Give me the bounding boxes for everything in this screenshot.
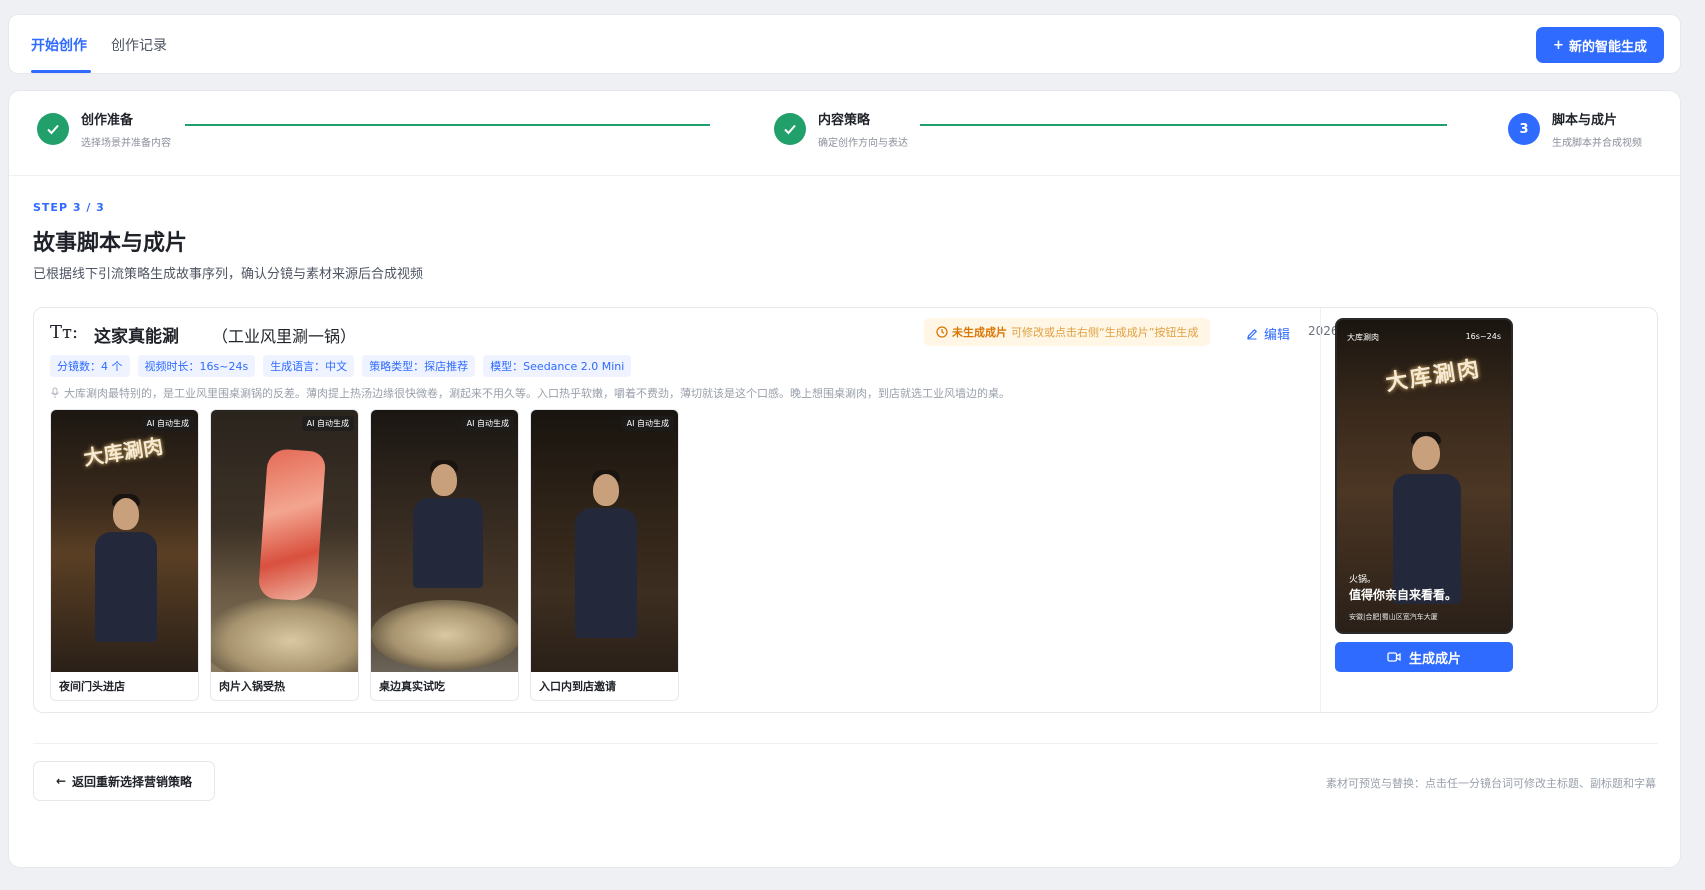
pencil-icon bbox=[1247, 328, 1258, 339]
tag-strategy: 策略类型：探店推荐 bbox=[362, 355, 476, 377]
step-3: 3 脚本与成片 生成脚本并合成视频 bbox=[1508, 109, 1642, 149]
main-panel: 创作准备 选择场景并准备内容 内容策略 确定创作方向与表达 3 脚本与成片 生成… bbox=[8, 90, 1681, 868]
step-1: 创作准备 选择场景并准备内容 bbox=[37, 109, 171, 149]
step-subtitle: 生成脚本并合成视频 bbox=[1552, 138, 1642, 149]
new-generation-button[interactable]: + 新的智能生成 bbox=[1536, 27, 1664, 63]
video-preview-panel: 大库涮肉 16s~24s 大库涮肉 火锅。 值得你亲自来看看。 安徽|合肥|蜀山… bbox=[1320, 308, 1659, 712]
shot-thumbnail: AI 自动生成 bbox=[211, 410, 358, 672]
step-subtitle: 确定创作方向与表达 bbox=[818, 138, 908, 149]
shot-thumbnail: AI 自动生成 bbox=[531, 410, 678, 672]
shot-label: 桌边真实试吃 bbox=[379, 680, 445, 693]
tag-language: 生成语言：中文 bbox=[263, 355, 355, 377]
shot-label: 肉片入锅受热 bbox=[219, 680, 285, 693]
shot-thumbnail: AI 自动生成 bbox=[371, 410, 518, 672]
page-description: 已根据线下引流策略生成故事序列，确认分镜与素材来源后合成视频 bbox=[33, 267, 424, 282]
step-title: 脚本与成片 bbox=[1552, 113, 1618, 128]
hotpot-graphic bbox=[371, 600, 518, 670]
video-preview[interactable]: 大库涮肉 16s~24s 大库涮肉 火锅。 值得你亲自来看看。 安徽|合肥|蜀山… bbox=[1335, 318, 1513, 634]
microphone-icon bbox=[51, 387, 59, 398]
arrow-left-icon: ← bbox=[55, 774, 67, 788]
meta-tags: 分镜数：4 个 视频时长：16s~24s 生成语言：中文 策略类型：探店推荐 模… bbox=[50, 355, 632, 377]
ai-badge: AI 自动生成 bbox=[141, 416, 194, 431]
step-title: 内容策略 bbox=[818, 113, 871, 128]
tag-model: 模型：Seedance 2.0 Mini bbox=[483, 355, 632, 377]
preview-location: 安徽|合肥|蜀山区宽汽车大厦 bbox=[1349, 613, 1438, 621]
tab-create-history[interactable]: 创作记录 bbox=[111, 35, 167, 55]
tag-duration: 视频时长：16s~24s bbox=[137, 355, 256, 377]
shot-label: 入口内到店邀请 bbox=[539, 680, 616, 693]
page-title: 故事脚本与成片 bbox=[33, 231, 188, 256]
shot-list: AI 自动生成 大库涮肉 夜间门头进店 AI 自动生成 肉片入锅受热 AI 自动… bbox=[50, 409, 679, 701]
shot-card[interactable]: AI 自动生成 桌边真实试吃 bbox=[370, 409, 519, 701]
tab-start-create[interactable]: 开始创作 bbox=[31, 35, 87, 55]
check-icon bbox=[774, 113, 806, 145]
back-button[interactable]: ← 返回重新选择营销策略 bbox=[33, 761, 215, 801]
preview-subtitle-main: 值得你亲自来看看。 bbox=[1349, 588, 1458, 602]
step-indicator: STEP 3 / 3 bbox=[33, 201, 105, 214]
hotpot-graphic bbox=[211, 596, 358, 672]
step-subtitle: 选择场景并准备内容 bbox=[81, 138, 171, 149]
shot-label: 夜间门头进店 bbox=[59, 680, 125, 693]
card-subtitle[interactable]: （工业风里涮一锅） bbox=[212, 323, 356, 347]
step-2: 内容策略 确定创作方向与表达 bbox=[774, 109, 908, 149]
clock-icon bbox=[936, 326, 948, 338]
narration-line[interactable]: 大库涮肉最特别的，是工业风里围桌涮锅的反差。薄肉提上热汤边缘很快微卷，涮起来不用… bbox=[50, 385, 1310, 401]
stepper: 创作准备 选择场景并准备内容 内容策略 确定创作方向与表达 3 脚本与成片 生成… bbox=[9, 91, 1680, 176]
shot-card[interactable]: AI 自动生成 大库涮肉 夜间门头进店 bbox=[50, 409, 199, 701]
step-connector bbox=[920, 124, 1447, 126]
footer-tip: 素材可预览与替换：点击任一分镜台词可修改主标题、副标题和字幕 bbox=[1326, 777, 1656, 790]
generate-video-button[interactable]: 生成成片 bbox=[1335, 642, 1513, 672]
top-nav-bar: 开始创作 创作记录 + 新的智能生成 bbox=[8, 14, 1681, 74]
active-tab-indicator bbox=[31, 70, 91, 73]
video-camera-icon bbox=[1387, 652, 1401, 662]
step-connector bbox=[185, 124, 710, 126]
shop-sign-graphic: 大库涮肉 bbox=[1383, 355, 1483, 397]
tag-shot-count: 分镜数：4 个 bbox=[50, 355, 130, 377]
ai-badge: AI 自动生成 bbox=[461, 416, 514, 431]
preview-subtitle-small: 火锅。 bbox=[1349, 575, 1377, 585]
step-title: 创作准备 bbox=[81, 113, 134, 128]
ai-badge: AI 自动生成 bbox=[301, 416, 354, 431]
check-icon bbox=[37, 113, 69, 145]
edit-button[interactable]: 编辑 bbox=[1246, 324, 1290, 343]
ai-badge: AI 自动生成 bbox=[621, 416, 674, 431]
shop-sign-graphic: 大库涮肉 bbox=[81, 433, 165, 471]
shot-card[interactable]: AI 自动生成 肉片入锅受热 bbox=[210, 409, 359, 701]
card-title[interactable]: 这家真能涮 bbox=[94, 322, 179, 347]
status-badge: 未生成成片 可修改或点击右侧“生成成片”按钮生成 bbox=[924, 318, 1211, 346]
shot-card[interactable]: AI 自动生成 入口内到店邀请 bbox=[530, 409, 679, 701]
divider bbox=[33, 743, 1658, 744]
script-card: Tт: 这家真能涮 （工业风里涮一锅） 未生成成片 可修改或点击右侧“生成成片”… bbox=[33, 307, 1658, 713]
step-number-badge: 3 bbox=[1508, 113, 1540, 145]
meat-slice-graphic bbox=[257, 448, 327, 602]
plus-icon: + bbox=[1553, 37, 1564, 53]
text-type-icon: Tт: bbox=[50, 322, 79, 343]
shot-thumbnail: AI 自动生成 大库涮肉 bbox=[51, 410, 198, 672]
